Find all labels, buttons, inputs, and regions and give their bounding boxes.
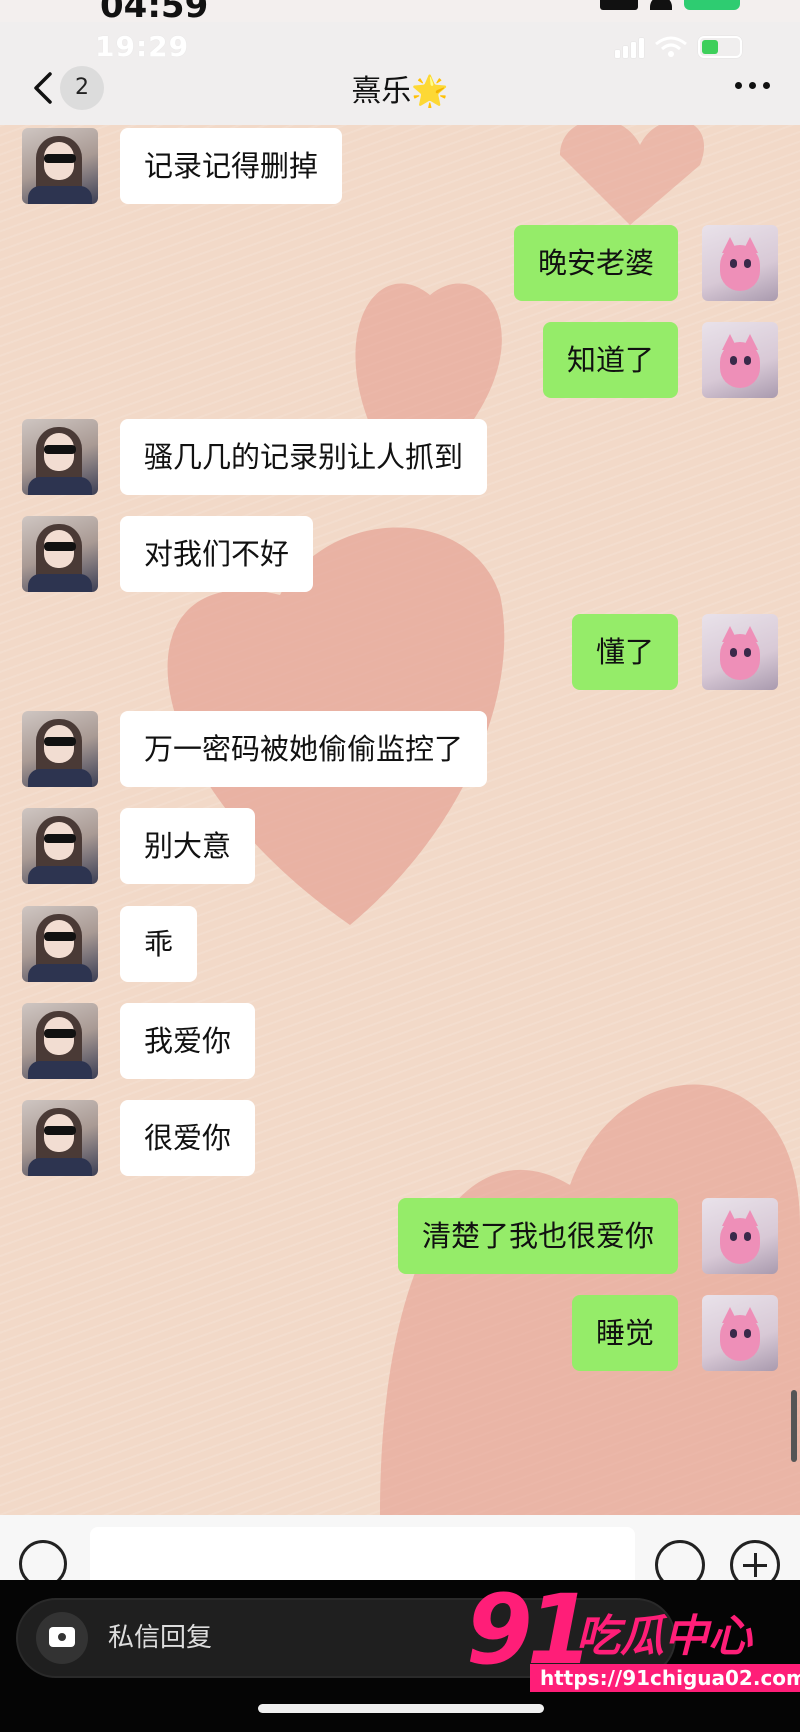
outgoing-message-bubble[interactable]: 懂了 [571,614,678,690]
watermark-text: 吃瓜中心 [576,1611,752,1662]
contact-name: 熹乐 [351,74,412,109]
outgoing-message-bubble[interactable]: 睡觉 [571,1295,678,1371]
contact-avatar[interactable] [22,128,98,204]
status-clock: 19:29 [95,30,190,63]
screen: 04:59 19:29 2 熹乐🌟 记录记得删掉 晚安老婆 知道了 骚几几的记录… [0,0,800,1732]
voice-input-icon[interactable] [19,1540,67,1580]
wifi-icon [650,0,672,10]
outgoing-message-bubble[interactable]: 清楚了我也很爱你 [397,1198,678,1274]
reply-placeholder: 私信回复 [108,1623,213,1653]
contact-avatar[interactable] [22,1003,98,1079]
contact-avatar[interactable] [22,808,98,884]
my-avatar[interactable] [702,225,778,301]
add-attachment-icon[interactable] [730,1540,780,1580]
wifi-icon [655,36,687,57]
chat-title: 熹乐🌟 [0,66,800,110]
watermark-url: https://91chigua02.com [530,1664,800,1692]
contact-avatar[interactable] [22,516,98,592]
input-bar [0,1515,800,1580]
my-avatar[interactable] [702,614,778,690]
my-avatar[interactable] [702,1295,778,1371]
camera-icon[interactable] [36,1612,88,1664]
contact-avatar[interactable] [22,419,98,495]
star-emoji-icon: 🌟 [411,74,449,109]
battery-icon [684,0,740,10]
contact-avatar[interactable] [22,1100,98,1176]
status-icons [615,36,742,58]
outer-status-bar: 04:59 [0,0,800,22]
incoming-message-bubble[interactable]: 记录记得删掉 [120,128,343,204]
signal-icon [615,36,644,58]
outer-clock: 04:59 [100,0,209,22]
message-input[interactable] [90,1527,635,1580]
signal-icon [600,0,638,10]
more-options-icon[interactable] [735,82,770,89]
incoming-message-bubble[interactable]: 万一密码被她偷偷监控了 [120,711,488,787]
incoming-message-bubble[interactable]: 乖 [120,906,198,982]
incoming-message-bubble[interactable]: 别大意 [120,808,256,884]
outgoing-message-bubble[interactable]: 晚安老婆 [513,225,678,301]
emoji-icon[interactable] [655,1540,705,1580]
outgoing-message-bubble[interactable]: 知道了 [542,322,678,398]
chat-area: 记录记得删掉晚安老婆知道了 骚几几的记录别让人抓到 对我们不好懂了万一密码被她偷偷监… [0,125,800,1515]
watermark-logo: 91 吃瓜中心 https://91chigua02.com [466,1574,800,1706]
contact-avatar[interactable] [22,711,98,787]
contact-avatar[interactable] [22,906,98,982]
outer-status-icons [600,0,740,10]
incoming-message-bubble[interactable]: 对我们不好 [120,516,314,592]
my-avatar[interactable] [702,1198,778,1274]
incoming-message-bubble[interactable]: 很爱你 [120,1100,256,1176]
scrollbar[interactable] [791,1390,797,1462]
my-avatar[interactable] [702,322,778,398]
battery-icon [698,36,742,58]
chat-header: 19:29 2 熹乐🌟 [0,22,800,125]
incoming-message-bubble[interactable]: 骚几几的记录别让人抓到 [120,419,488,495]
incoming-message-bubble[interactable]: 我爱你 [120,1003,256,1079]
